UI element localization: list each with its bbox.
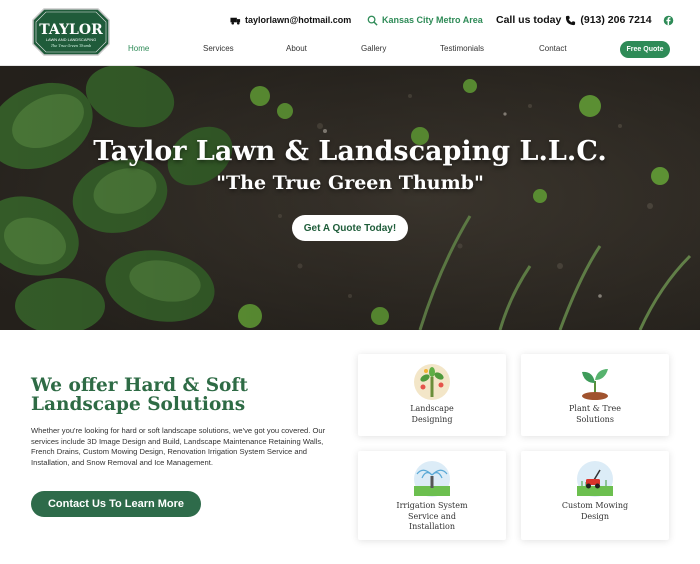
phone-number: (913) 206 7214 — [580, 14, 652, 26]
nav-services[interactable]: Services — [203, 44, 234, 53]
sprout-icon — [582, 369, 608, 400]
hero-title: Taylor Lawn & Landscaping L.L.C. — [93, 136, 607, 167]
sprinkler-icon — [414, 461, 450, 497]
email-link[interactable]: taylorlawn@hotmail.com — [230, 15, 351, 26]
nav-contact[interactable]: Contact — [539, 44, 567, 53]
service-label: Plant & Tree Solutions — [569, 404, 621, 424]
service-label: Landscape Designing — [410, 404, 454, 424]
search-location-icon — [367, 15, 378, 26]
nav-about[interactable]: About — [286, 44, 307, 53]
get-quote-button[interactable]: Get A Quote Today! — [292, 215, 408, 241]
main-nav: Home Services About Gallery Testimonials… — [0, 44, 700, 58]
garden-soil-image — [0, 66, 700, 330]
section-description: Whether you're looking for hard or soft … — [31, 426, 326, 467]
site-header: TAYLOR LAWN AND LANDSCAPING The True Gre… — [0, 0, 700, 66]
facebook-link[interactable] — [663, 15, 674, 26]
nav-home[interactable]: Home — [128, 44, 149, 53]
phone-link[interactable]: Call us today (913) 206 7214 — [496, 14, 652, 26]
free-quote-button[interactable]: Free Quote — [620, 41, 670, 58]
service-area: Kansas City Metro Area — [367, 15, 483, 26]
plant-bush-icon — [414, 364, 450, 400]
truck-icon — [230, 17, 241, 25]
service-label: Custom Mowing Design — [561, 501, 629, 521]
logo-tagline: LAWN AND LANDSCAPING — [46, 37, 97, 42]
service-card-irrigation[interactable]: Irrigation System Service and Installati… — [358, 451, 506, 540]
area-text: Kansas City Metro Area — [382, 15, 483, 25]
lawn-mower-icon — [577, 461, 613, 497]
hero-subtitle: "The True Green Thumb" — [216, 172, 484, 194]
nav-gallery[interactable]: Gallery — [361, 44, 386, 53]
facebook-icon — [663, 15, 674, 25]
service-card-plant-tree[interactable]: Plant & Tree Solutions — [521, 354, 669, 436]
phone-icon — [566, 15, 576, 25]
hero-banner: Taylor Lawn & Landscaping L.L.C. "The Tr… — [0, 66, 700, 330]
contact-cta-button[interactable]: Contact Us To Learn More — [31, 491, 201, 517]
service-label: Irrigation System Service and Installati… — [396, 501, 468, 531]
service-card-mowing[interactable]: Custom Mowing Design — [521, 451, 669, 540]
logo-name: TAYLOR — [39, 22, 103, 38]
section-title: We offer Hard & Soft Landscape Solutions — [31, 375, 248, 415]
service-card-landscape-designing[interactable]: Landscape Designing — [358, 354, 506, 436]
contact-bar: taylorlawn@hotmail.com Kansas City Metro… — [230, 12, 674, 28]
email-text: taylorlawn@hotmail.com — [245, 15, 352, 25]
call-label: Call us today — [496, 14, 562, 26]
nav-testimonials[interactable]: Testimonials — [440, 44, 484, 53]
